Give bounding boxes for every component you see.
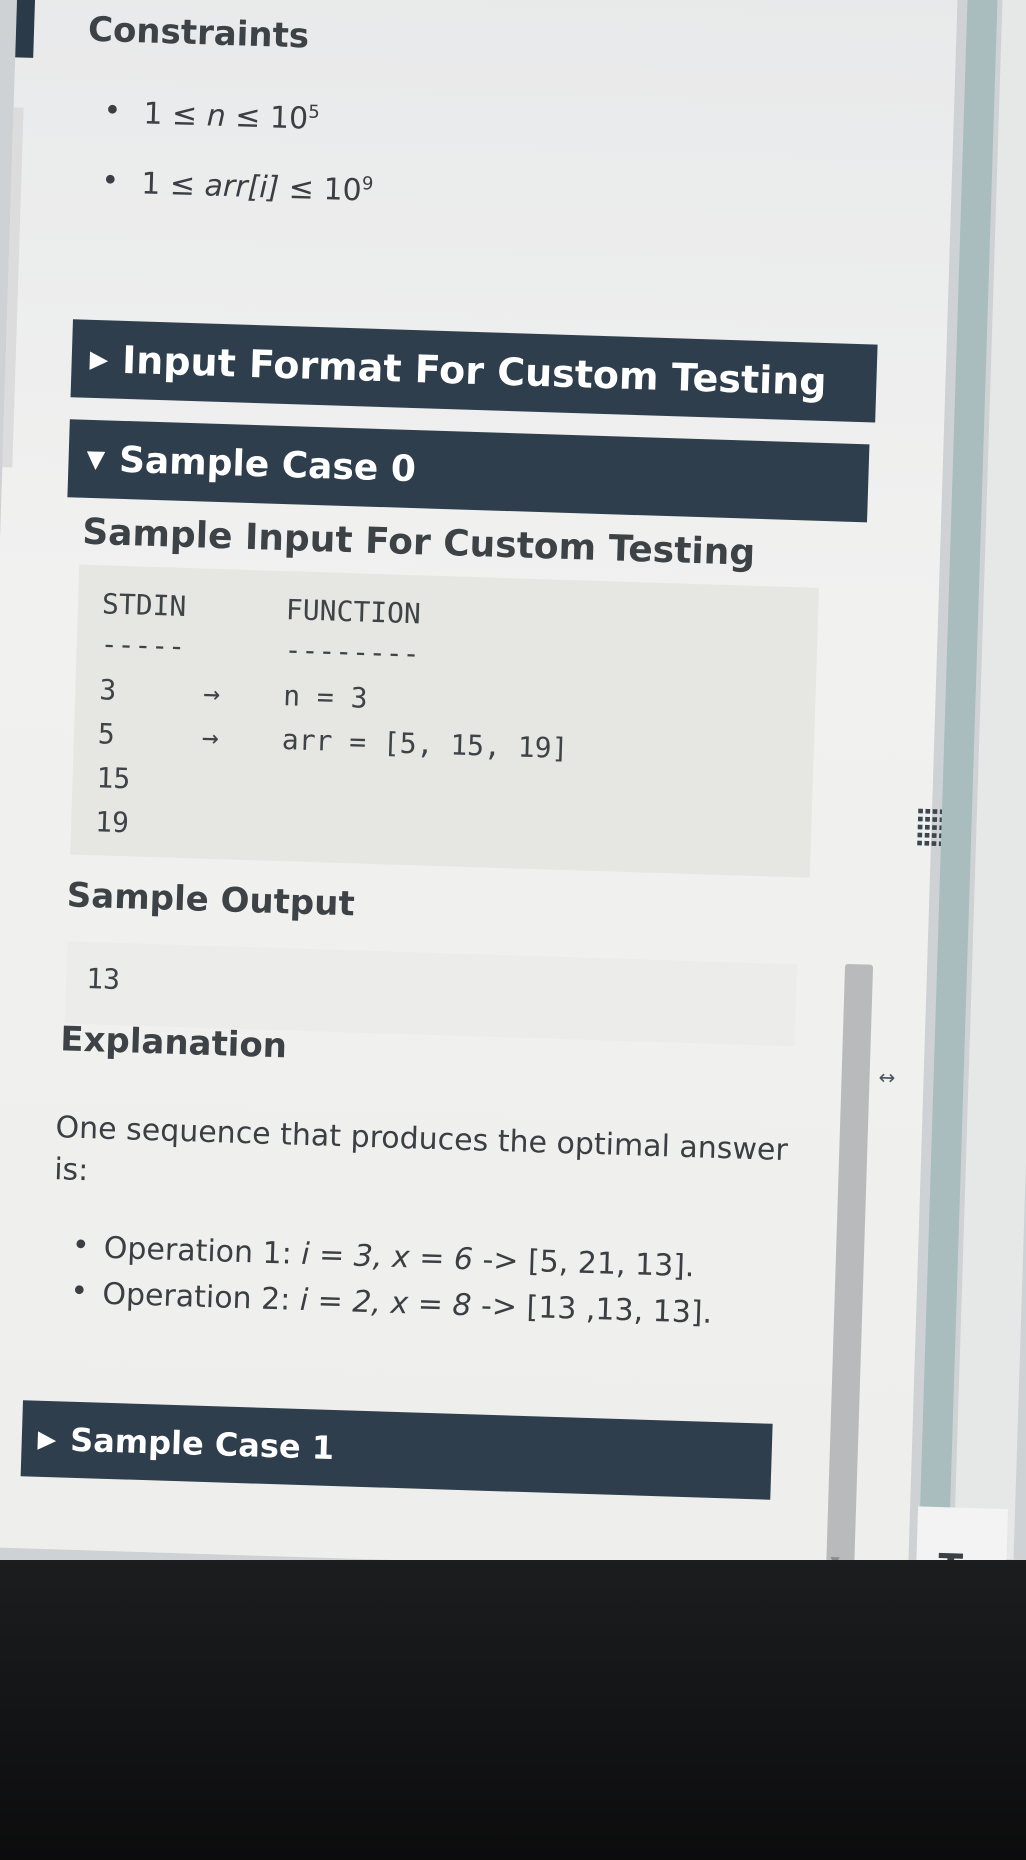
monitor-bezel: [0, 1560, 1026, 1860]
accordion-label: Sample Case 0: [118, 439, 417, 490]
output-value: 13: [85, 962, 121, 997]
stdin-header: STDIN: [101, 587, 187, 623]
constraints-heading: Constraints: [87, 9, 310, 57]
caret-right-icon: ▶: [89, 344, 109, 374]
left-edge-strip: [15, 0, 37, 58]
constraint-item: 1 ≤ n ≤ 105: [102, 95, 376, 174]
accordion-label: Input Format For Custom Testing: [121, 337, 828, 404]
accordion-label: Sample Case 1: [69, 1420, 335, 1468]
stdin-divider: -----: [100, 627, 186, 663]
function-value: n = 3: [282, 679, 369, 715]
stdin-value: 15: [96, 761, 131, 796]
caret-down-icon: ▼: [86, 444, 106, 474]
function-header: FUNCTION: [285, 593, 422, 631]
constraints-list: 1 ≤ n ≤ 105 1 ≤ arr[i] ≤ 109: [100, 95, 376, 243]
arrow-icon: →: [202, 676, 221, 711]
function-value: arr = [5, 15, 19]: [281, 723, 569, 766]
stdin-value: 3: [98, 673, 117, 707]
stdin-value: 5: [97, 717, 116, 751]
arrow-icon: →: [201, 720, 220, 755]
resize-icon[interactable]: ↔: [878, 1065, 896, 1090]
sample-input-codeblock: STDIN FUNCTION ----- -------- 3 → n = 3 …: [70, 564, 819, 878]
explanation-heading: Explanation: [59, 1019, 288, 1067]
function-divider: --------: [284, 633, 421, 671]
caret-right-icon: ▶: [37, 1424, 57, 1454]
stdin-value: 19: [94, 805, 130, 840]
constraint-item: 1 ≤ arr[i] ≤ 109: [100, 165, 374, 244]
